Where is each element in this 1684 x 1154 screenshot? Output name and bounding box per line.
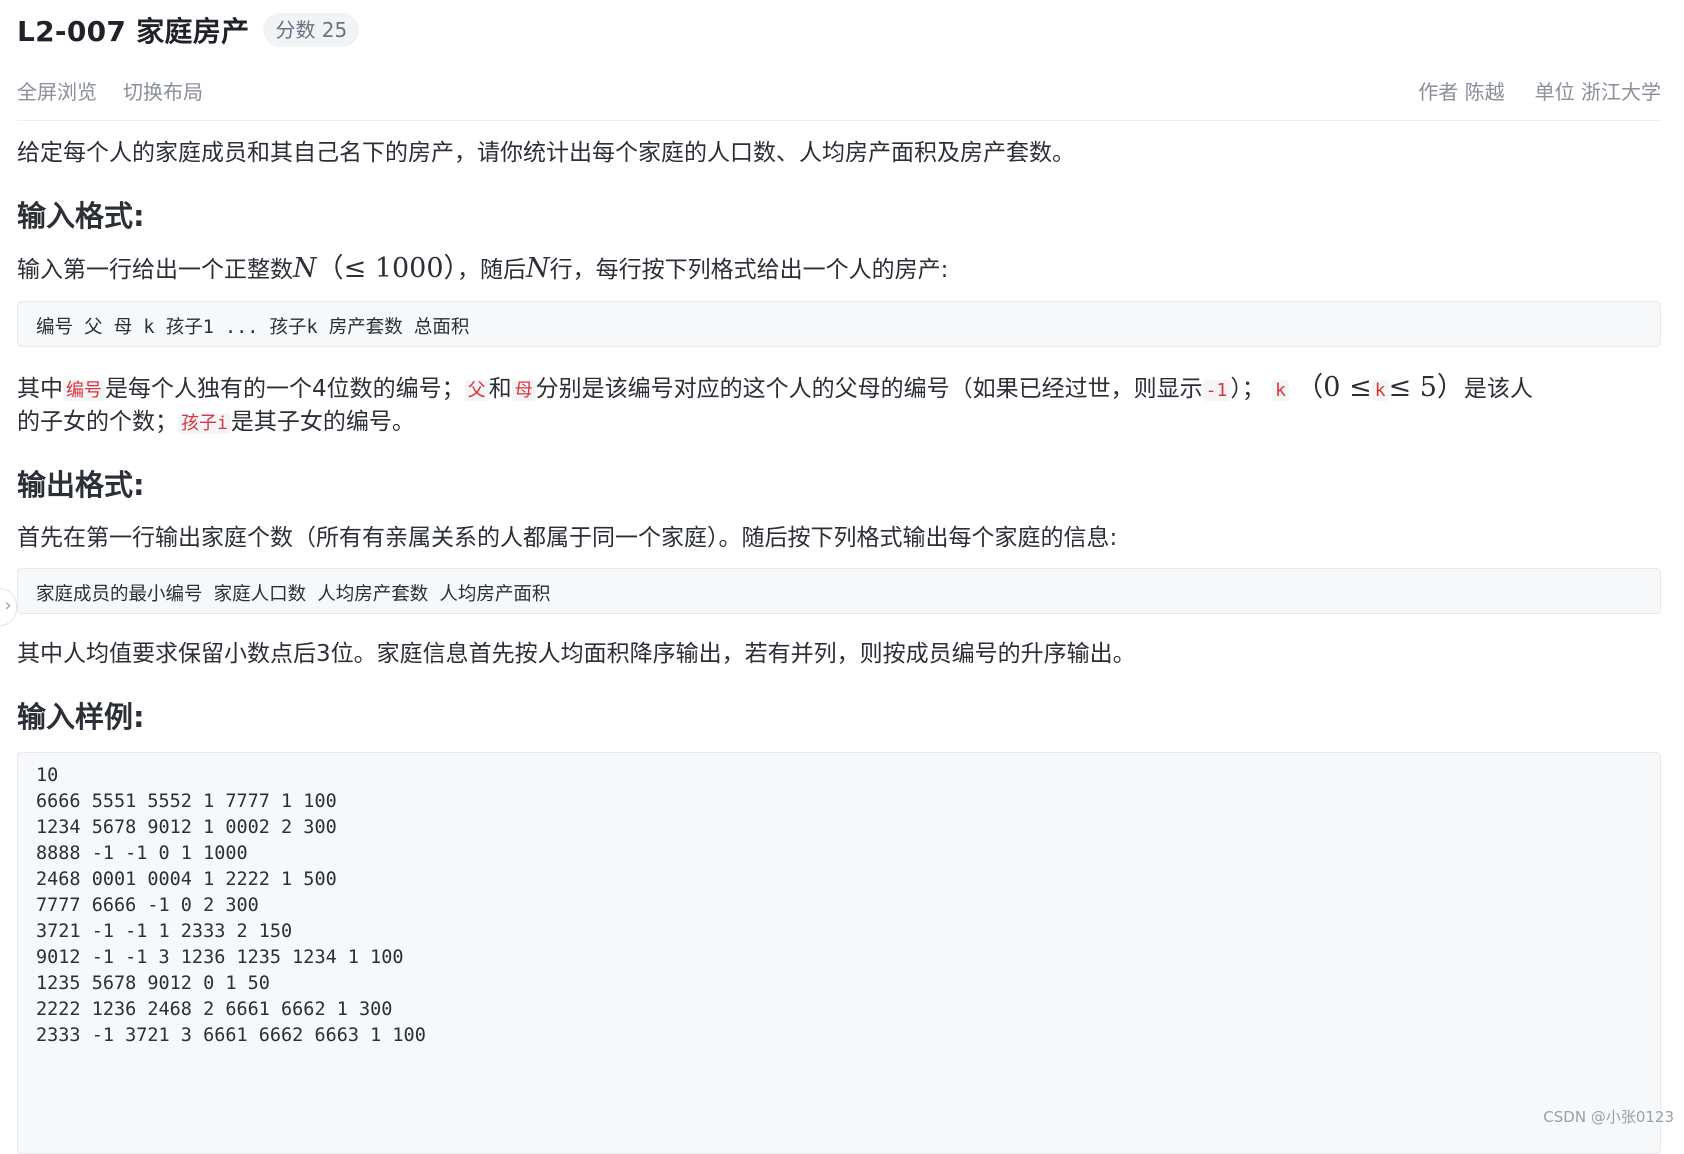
sample-line: 10 — [36, 765, 59, 786]
output-format-code-block: 家庭成员的最小编号 家庭人口数 人均房产套数 人均房产面积 — [17, 568, 1661, 614]
p2-text-a: 其中 — [17, 376, 63, 402]
sample-line: 7777 6666 -1 0 2 300 — [36, 895, 259, 916]
output-format-heading: 输出格式: — [17, 468, 145, 502]
sample-line: 2468 0001 0004 1 2222 1 500 — [36, 869, 337, 890]
inline-code-neg1: -1 — [1202, 380, 1231, 401]
input-line1-text-b: ，随后 — [457, 257, 527, 283]
p2-text-g: 是该人 — [1463, 376, 1533, 402]
sample-line: 8888 -1 -1 0 1 1000 — [36, 843, 248, 864]
sample-line: 2222 1236 2468 2 6661 6662 1 300 — [36, 999, 393, 1020]
p2-text-d: 分别是该编号对应的这个人的父母的编号（如果已经过世，则显示 — [535, 376, 1203, 402]
sample-line: 1234 5678 9012 1 0002 2 300 — [36, 817, 337, 838]
side-panel-toggle[interactable]: › — [0, 588, 17, 626]
author-info: 作者 陈越 — [1418, 80, 1505, 104]
sample-input-heading: 输入样例: — [17, 700, 145, 734]
inline-code-child: 孩子i — [178, 413, 231, 434]
input-format-heading: 输入格式: — [17, 199, 145, 233]
chevron-right-icon: › — [4, 595, 12, 616]
sample-line: 2333 -1 3721 3 6661 6662 6663 1 100 — [36, 1025, 426, 1046]
inline-code-father: 父 — [464, 380, 489, 401]
switch-layout-button[interactable]: 切换布局 — [123, 76, 203, 105]
p2-text-b: 是每个人独有的一个4位数的编号； — [105, 376, 465, 402]
input-line1-text-a: 输入第一行给出一个正整数 — [17, 257, 293, 283]
header-divider — [17, 120, 1661, 121]
sample-line: 6666 5551 5552 1 7777 1 100 — [36, 791, 337, 812]
sample-line: 3721 -1 -1 1 2333 2 150 — [36, 921, 293, 942]
math-range: （≤ 1000） — [316, 253, 458, 284]
score-badge: 分数 25 — [263, 13, 360, 47]
output-format-line2: 其中人均值要求保留小数点后3位。家庭信息首先按人均面积降序输出，若有并列，则按成… — [17, 641, 1136, 667]
input-format-line1: 输入第一行给出一个正整数N（≤ 1000），随后N行，每行按下列格式给出一个人的… — [17, 251, 948, 288]
inline-code-k: k — [1272, 380, 1289, 401]
math-k-range-a: （0 ≤ — [1296, 372, 1372, 403]
problem-description: 给定每个人的家庭成员和其自己名下的房产，请你统计出每个家庭的人口数、人均房产面积… — [17, 140, 1075, 166]
math-var-n-2: N — [526, 253, 550, 284]
p3-text-b: 是其子女的编号。 — [230, 409, 415, 435]
inline-code-mother: 母 — [511, 380, 536, 401]
p3-text-a: 的子女的个数； — [17, 409, 178, 435]
output-format-code: 家庭成员的最小编号 家庭人口数 人均房产套数 人均房产面积 — [36, 584, 551, 605]
fullscreen-button[interactable]: 全屏浏览 — [17, 76, 97, 105]
sample-input-code-block: 10 6666 5551 5552 1 7777 1 100 1234 5678… — [17, 752, 1661, 1154]
math-k-range-b: ≤ 5） — [1388, 372, 1464, 403]
p2-text-e: ）； — [1230, 376, 1265, 402]
sample-line: 1235 5678 9012 0 1 50 — [36, 973, 270, 994]
inline-code-id: 编号 — [63, 380, 105, 401]
output-format-line1: 首先在第一行输出家庭个数（所有有亲属关系的人都属于同一个家庭）。随后按下列格式输… — [17, 525, 1118, 551]
math-var-n: N — [293, 253, 317, 284]
problem-title: L2-007 家庭房产 — [17, 15, 250, 48]
input-format-code-block: 编号 父 母 k 孩子1 ... 孩子k 房产套数 总面积 — [17, 301, 1661, 347]
input-line1-text-c: 行，每行按下列格式给出一个人的房产: — [549, 257, 949, 283]
unit-info: 单位 浙江大学 — [1534, 80, 1661, 104]
toolbar: 全屏浏览 切换布局 作者 陈越 单位 浙江大学 — [17, 76, 1661, 104]
title-row: L2-007 家庭房产 分数 25 — [17, 12, 360, 48]
sample-line: 9012 -1 -1 3 1236 1235 1234 1 100 — [36, 947, 404, 968]
watermark: CSDN @小张0123 — [1543, 1108, 1674, 1126]
p2-text-c: 和 — [488, 376, 512, 402]
input-format-code: 编号 父 母 k 孩子1 ... 孩子k 房产套数 总面积 — [36, 317, 470, 338]
input-format-para3: 的子女的个数； 孩子i 是其子女的编号。 — [17, 404, 415, 442]
inline-code-k-2: k — [1371, 380, 1389, 401]
